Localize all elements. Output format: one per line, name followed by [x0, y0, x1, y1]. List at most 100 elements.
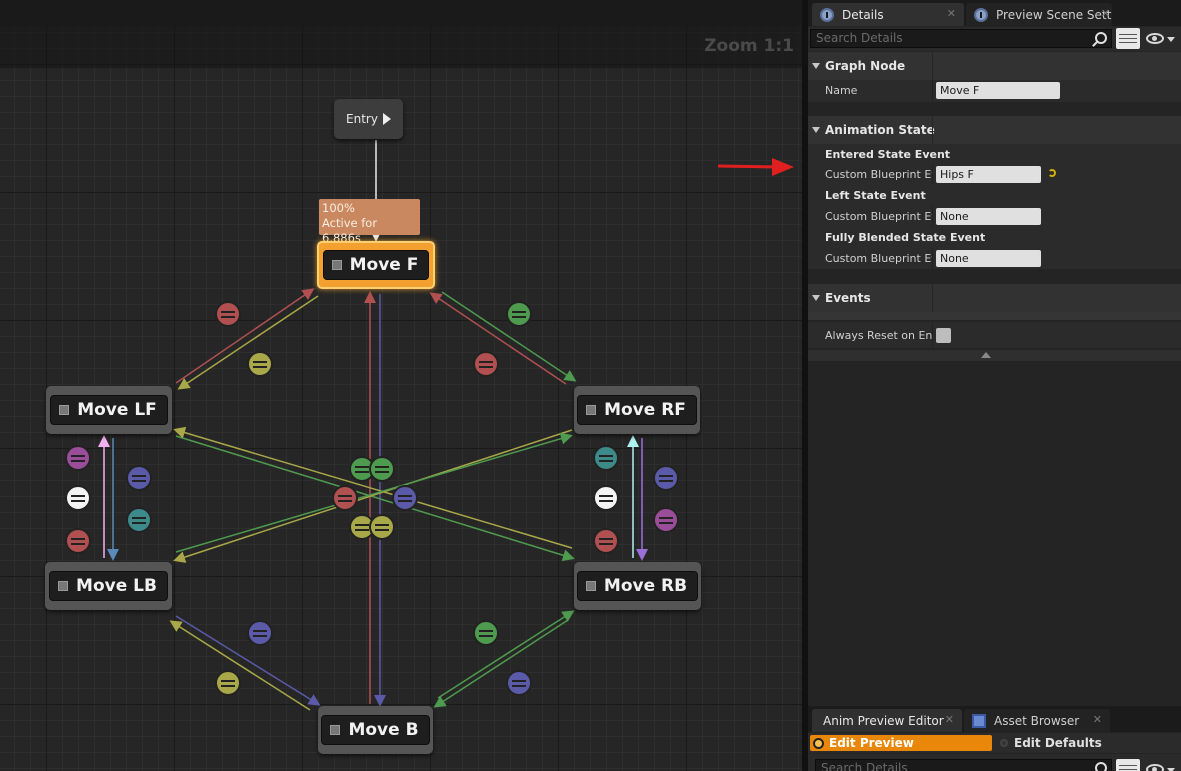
property-matrix-icon[interactable]	[1116, 28, 1140, 49]
state-label: Move F	[349, 255, 419, 275]
transition-icon	[215, 301, 241, 327]
left-custom-event-field[interactable]: None	[936, 208, 1041, 225]
tab-label: Asset Browser	[994, 713, 1080, 728]
entry-node[interactable]: Entry	[334, 99, 403, 139]
category-title: Graph Node	[825, 59, 906, 73]
column-separator	[932, 52, 933, 80]
state-node-move-lf[interactable]: Move LF	[46, 386, 172, 434]
tooltip-weight: 100%	[322, 201, 355, 215]
search-placeholder: Search Details	[816, 31, 903, 45]
category-animation-state[interactable]: Animation State	[808, 116, 1181, 144]
bottom-search-row: Search Details	[808, 754, 1181, 771]
transition-icon	[473, 351, 499, 377]
state-node-body: Move F	[322, 250, 430, 280]
state-label: Move B	[348, 720, 419, 740]
category-title: Events	[825, 291, 871, 305]
column-separator	[932, 80, 933, 102]
active-state-tooltip: 100% Active for 6.886s	[319, 199, 420, 245]
info-icon	[820, 7, 834, 22]
tab-label: Anim Preview Editor	[823, 713, 944, 728]
state-node-move-rf[interactable]: Move RF	[574, 386, 700, 434]
state-node-move-f[interactable]: Move F	[317, 241, 435, 289]
tab-preview-scene-settings[interactable]: Preview Scene Sett ✕	[966, 3, 1112, 26]
transition-icon	[473, 620, 499, 646]
search-details-input[interactable]: Search Details	[815, 759, 1112, 771]
category-events[interactable]: Events	[808, 284, 1181, 312]
tab-asset-browser[interactable]: Asset Browser ✕	[964, 709, 1110, 732]
advanced-expander[interactable]	[808, 350, 1181, 361]
transition-icon	[506, 301, 532, 327]
preview-mode-row: Edit Preview Edit Defaults	[808, 733, 1181, 753]
state-icon	[586, 405, 597, 415]
category-graph-node[interactable]: Graph Node	[808, 52, 1181, 80]
column-separator	[932, 248, 933, 269]
column-separator	[932, 116, 933, 144]
name-label: Name	[825, 84, 858, 97]
blended-custom-event-field[interactable]: None	[936, 250, 1041, 267]
close-icon[interactable]: ✕	[945, 713, 954, 726]
transition-icon	[392, 485, 418, 511]
tab-anim-preview-editor[interactable]: Anim Preview Editor ✕	[812, 709, 962, 732]
custom-blueprint-event-label: Custom Blueprint Eve	[825, 168, 932, 181]
transition-icon	[215, 670, 241, 696]
tab-label: Preview Scene Sett	[996, 7, 1112, 22]
state-machine-graph[interactable]: Zoom 1:1 Entry 100% Active for 6.886s Mo…	[0, 26, 802, 771]
details-panel: Details ✕ Preview Scene Sett ✕ Search De…	[808, 0, 1181, 706]
name-field[interactable]: Move F	[936, 82, 1060, 99]
tab-label: Details	[842, 7, 884, 22]
search-icon	[1095, 32, 1107, 44]
column-separator	[932, 322, 933, 348]
transition-icon	[593, 485, 619, 511]
state-node-move-lb[interactable]: Move LB	[45, 562, 172, 610]
left-state-event-label: Left State Event	[825, 189, 926, 202]
entered-custom-event-field[interactable]: Hips F	[936, 166, 1041, 183]
custom-blueprint-event-label: Custom Blueprint Eve	[825, 210, 932, 223]
edit-defaults-radio[interactable]: Edit Defaults	[1000, 735, 1102, 751]
transition-icon	[593, 445, 619, 471]
transition-icon	[593, 528, 619, 554]
chevron-down-icon[interactable]	[1167, 37, 1175, 42]
state-node-body: Move RF	[577, 395, 697, 425]
transition-icon	[247, 620, 273, 646]
property-row-blended-custom-event: Custom Blueprint Eve None	[808, 248, 1181, 269]
tab-details[interactable]: Details ✕	[812, 3, 964, 26]
edit-preview-radio[interactable]: Edit Preview	[810, 735, 992, 751]
state-node-move-rb[interactable]: Move RB	[574, 562, 701, 610]
always-reset-label: Always Reset on Entr	[825, 329, 932, 342]
annotation-arrow	[717, 158, 794, 176]
edit-preview-label: Edit Preview	[829, 736, 914, 750]
subcategory-fully-blended-state-event: Fully Blended State Event	[808, 227, 1181, 248]
transition-icon	[65, 528, 91, 554]
state-label: Move LB	[76, 576, 157, 596]
reset-to-default-icon[interactable]	[1048, 169, 1056, 177]
state-icon	[585, 581, 596, 591]
close-icon[interactable]: ✕	[947, 7, 956, 20]
transition-icon	[332, 485, 358, 511]
entry-label: Entry	[346, 112, 378, 126]
close-icon[interactable]: ✕	[1101, 7, 1110, 20]
transition-icon	[369, 514, 395, 540]
state-icon	[58, 581, 69, 591]
column-separator	[932, 284, 933, 312]
transition-icon	[369, 456, 395, 482]
search-details-input[interactable]: Search Details	[810, 29, 1112, 48]
transition-icon	[126, 465, 152, 491]
state-label: Move RB	[603, 576, 688, 596]
search-icon	[1095, 762, 1107, 771]
close-icon[interactable]: ✕	[1093, 713, 1102, 726]
eye-icon[interactable]	[1146, 764, 1164, 771]
transition-icon	[653, 465, 679, 491]
always-reset-checkbox[interactable]	[936, 328, 951, 343]
details-search-row: Search Details	[808, 27, 1181, 51]
collapse-arrow-icon	[812, 127, 820, 133]
transition-icon	[247, 351, 273, 377]
events-spacer	[808, 312, 1181, 320]
eye-icon[interactable]	[1146, 33, 1164, 44]
transition-icon	[653, 507, 679, 533]
property-matrix-icon[interactable]	[1116, 759, 1140, 771]
state-node-move-b[interactable]: Move B	[318, 706, 433, 754]
state-label: Move RF	[604, 400, 686, 420]
subcategory-left-state-event: Left State Event	[808, 185, 1181, 206]
entry-output-pin-icon[interactable]	[382, 113, 391, 125]
state-icon	[59, 405, 70, 415]
